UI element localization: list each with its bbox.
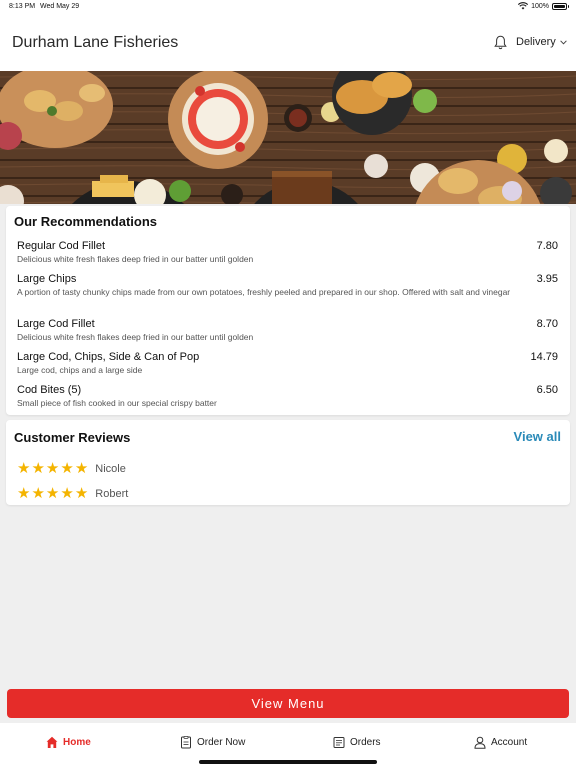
menu-item-name: Large Cod, Chips, Side & Can of Pop [17, 351, 200, 363]
menu-item-price: 7.80 [536, 240, 558, 252]
account-icon [474, 736, 486, 749]
orders-icon [333, 737, 345, 748]
star-icon: ★ [74, 460, 89, 477]
menu-item[interactable]: Cod Bites (5) 6.50 Small piece of fish c… [17, 384, 558, 409]
home-indicator[interactable] [199, 760, 377, 764]
tab-orders[interactable]: Orders [333, 736, 381, 749]
status-bar: 8:13 PM Wed May 29 100% [0, 0, 576, 13]
tab-order-now[interactable]: Order Now [180, 736, 245, 749]
bottom-tab-bar: Home Order Now Orders Account [0, 723, 576, 768]
battery-percent: 100% [531, 2, 549, 10]
star-icon: ★ [60, 485, 74, 502]
menu-item[interactable]: Large Chips 3.95 A portion of tasty chun… [17, 273, 558, 298]
tab-home-label: Home [63, 737, 91, 748]
star-rating: ★ ★ ★ ★ ★ [17, 486, 88, 501]
menu-item-name: Cod Bites (5) [17, 384, 82, 396]
menu-item-name: Large Cod Fillet [17, 318, 95, 330]
star-icon: ★ [17, 460, 31, 477]
menu-item-price: 6.50 [536, 384, 558, 396]
menu-item-desc: Small piece of fish cooked in our specia… [17, 398, 217, 408]
tab-home[interactable]: Home [46, 736, 91, 749]
menu-item-price: 3.95 [536, 273, 558, 285]
menu-item-price: 8.70 [536, 318, 558, 330]
app-header: Durham Lane Fisheries Delivery [0, 13, 576, 71]
status-right: 100% [518, 2, 569, 10]
hero-food-image [0, 71, 576, 204]
star-icon: ★ [74, 485, 89, 502]
star-icon: ★ [17, 485, 31, 502]
recommendations-title: Our Recommendations [14, 214, 158, 229]
star-icon: ★ [31, 485, 45, 502]
star-icon: ★ [45, 460, 60, 477]
menu-item[interactable]: Regular Cod Fillet 7.80 Delicious white … [17, 240, 558, 265]
menu-item-desc: A portion of tasty chunky chips made fro… [17, 287, 511, 297]
delivery-selector[interactable]: Delivery [516, 36, 567, 48]
reviewer-name: Robert [95, 487, 129, 500]
reviewer-name: Nicole [95, 462, 126, 475]
chevron-down-icon [559, 39, 567, 45]
view-all-link[interactable]: View all [514, 429, 561, 444]
tab-order-now-label: Order Now [197, 737, 246, 748]
status-time: 8:13 PM [9, 3, 36, 10]
star-icon: ★ [45, 485, 60, 502]
tab-orders-label: Orders [350, 737, 381, 748]
status-date: Wed May 29 [40, 3, 80, 10]
battery-icon [552, 2, 569, 10]
menu-item-desc: Delicious white fresh flakes deep fried … [17, 332, 254, 342]
bell-icon[interactable] [494, 35, 507, 50]
home-icon [46, 736, 58, 748]
restaurant-title: Durham Lane Fisheries [12, 34, 179, 51]
menu-item-name: Large Chips [17, 273, 77, 285]
star-icon: ★ [31, 460, 45, 477]
reviews-card: Customer Reviews View all ★ ★ ★ ★ ★ Nicole ★… [6, 420, 570, 505]
menu-item-name: Regular Cod Fillet [17, 240, 106, 252]
menu-item[interactable]: Large Cod Fillet 8.70 Delicious white fr… [17, 318, 558, 343]
menu-item-desc: Large cod, chips and a large side [17, 365, 143, 375]
reviews-title: Customer Reviews [14, 430, 131, 445]
menu-item[interactable]: Large Cod, Chips, Side & Can of Pop 14.7… [17, 351, 558, 376]
order-icon [181, 736, 191, 749]
tab-account[interactable]: Account [474, 736, 527, 749]
star-icon: ★ [60, 460, 74, 477]
view-menu-button[interactable]: View Menu [7, 689, 569, 718]
menu-item-desc: Delicious white fresh flakes deep fried … [17, 254, 254, 264]
recommendations-card: Our Recommendations Regular Cod Fillet 7… [6, 206, 570, 415]
star-rating: ★ ★ ★ ★ ★ [17, 461, 88, 476]
delivery-label: Delivery [516, 36, 556, 48]
review-row: ★ ★ ★ ★ ★ Nicole [17, 461, 126, 476]
review-row: ★ ★ ★ ★ ★ Robert [17, 486, 128, 501]
wifi-icon [518, 2, 529, 10]
menu-item-price: 14.79 [530, 351, 558, 363]
tab-account-label: Account [491, 737, 528, 748]
